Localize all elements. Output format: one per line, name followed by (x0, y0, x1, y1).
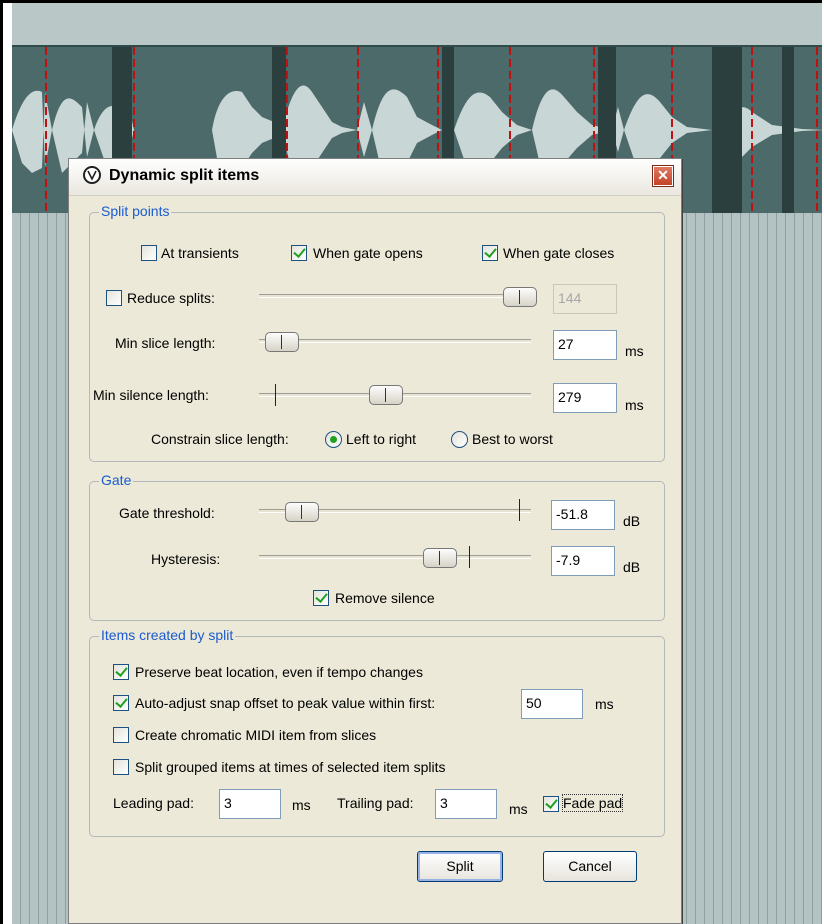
fade-pad-checkbox[interactable] (543, 796, 559, 812)
close-icon[interactable]: ✕ (652, 165, 674, 187)
hysteresis-slider-thumb[interactable] (423, 548, 457, 568)
arrange-margin (3, 3, 12, 924)
split-icon (83, 166, 101, 184)
reduce-splits-slider[interactable] (259, 294, 531, 298)
gate-label: Gate (99, 472, 134, 488)
split-grouped-label: Split grouped items at times of selected… (135, 759, 446, 775)
gate-threshold-default-tick (519, 499, 520, 521)
leading-pad-field[interactable]: 3 (219, 789, 281, 819)
min-slice-length-field[interactable]: 27 (553, 330, 617, 360)
reduce-splits-checkbox[interactable] (106, 290, 122, 306)
best-to-worst-label: Best to worst (472, 431, 553, 447)
min-silence-length-label: Min silence length: (93, 387, 209, 403)
trailing-pad-label: Trailing pad: (337, 795, 414, 811)
leading-pad-label: Leading pad: (113, 795, 194, 811)
trailing-pad-field[interactable]: 3 (435, 789, 497, 819)
split-points-label: Split points (99, 203, 172, 219)
gate-threshold-unit: dB (623, 513, 641, 529)
timeline-strip (12, 3, 822, 47)
preserve-beat-checkbox[interactable] (113, 664, 129, 680)
at-transients-checkbox[interactable] (141, 245, 157, 261)
hysteresis-label: Hysteresis: (151, 551, 221, 567)
min-silence-length-unit: ms (625, 397, 644, 413)
min-slice-length-slider-thumb[interactable] (265, 332, 299, 352)
preserve-beat-label: Preserve beat location, even if tempo ch… (135, 664, 423, 680)
left-to-right-label: Left to right (346, 431, 417, 447)
hysteresis-default-tick (469, 546, 470, 568)
reduce-splits-field: 144 (553, 284, 617, 314)
gate-threshold-label: Gate threshold: (119, 505, 215, 521)
leading-pad-unit: ms (292, 797, 311, 813)
min-silence-default-tick (275, 384, 276, 406)
chromatic-midi-label: Create chromatic MIDI item from slices (135, 727, 377, 743)
at-transients-label: At transients (161, 245, 239, 261)
dynamic-split-dialog: Dynamic split items ✕ Split points At tr… (68, 158, 682, 924)
min-silence-length-slider-thumb[interactable] (369, 385, 403, 405)
hysteresis-unit: dB (623, 559, 641, 575)
split-grouped-checkbox[interactable] (113, 759, 129, 775)
gate-threshold-field[interactable]: -51.8 (551, 500, 615, 530)
split-button[interactable]: Split (417, 851, 503, 882)
auto-adjust-unit: ms (595, 696, 614, 712)
remove-silence-label: Remove silence (335, 590, 435, 606)
min-slice-length-label: Min slice length: (115, 335, 216, 351)
fade-pad-label: Fade pad (561, 794, 624, 812)
hysteresis-field[interactable]: -7.9 (551, 546, 615, 576)
remove-silence-checkbox[interactable] (313, 590, 329, 606)
reduce-splits-slider-thumb[interactable] (503, 287, 537, 307)
dialog-title: Dynamic split items (109, 167, 260, 184)
left-to-right-radio[interactable] (325, 431, 342, 448)
min-silence-length-field[interactable]: 279 (553, 383, 617, 413)
when-gate-closes-label: When gate closes (503, 245, 615, 261)
auto-adjust-label: Auto-adjust snap offset to peak value wi… (135, 695, 436, 711)
when-gate-opens-label: When gate opens (313, 245, 423, 261)
title-bar[interactable]: Dynamic split items ✕ (69, 159, 681, 196)
when-gate-closes-checkbox[interactable] (482, 245, 498, 261)
items-created-label: Items created by split (99, 627, 236, 643)
min-slice-length-unit: ms (625, 343, 644, 359)
min-slice-length-slider[interactable] (259, 339, 531, 343)
hysteresis-slider[interactable] (259, 555, 531, 559)
reduce-splits-label: Reduce splits: (127, 290, 215, 306)
when-gate-opens-checkbox[interactable] (291, 245, 307, 261)
constrain-slice-label: Constrain slice length: (151, 431, 289, 447)
auto-adjust-checkbox[interactable] (113, 695, 129, 711)
best-to-worst-radio[interactable] (451, 431, 468, 448)
trailing-pad-unit: ms (509, 801, 528, 817)
cancel-button[interactable]: Cancel (543, 851, 637, 882)
auto-adjust-field[interactable]: 50 (521, 689, 583, 719)
chromatic-midi-checkbox[interactable] (113, 727, 129, 743)
gate-threshold-slider-thumb[interactable] (285, 502, 319, 522)
